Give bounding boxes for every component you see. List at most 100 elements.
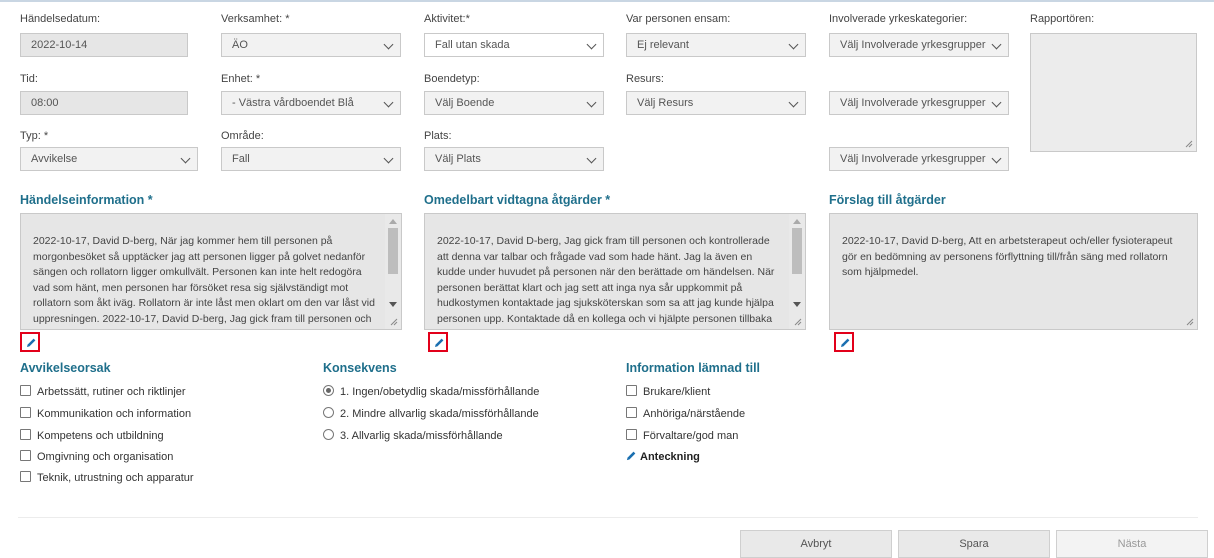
chevron-down-icon xyxy=(991,39,1002,50)
konsekvens-title: Konsekvens xyxy=(323,361,397,375)
typ-value: Avvikelse xyxy=(31,153,78,165)
enhet-value: - Västra vårdboendet Blå xyxy=(232,97,354,109)
radio-icon[interactable] xyxy=(323,385,334,396)
forslag-textarea[interactable]: 2022-10-17, David D-berg, Att en arbetst… xyxy=(829,213,1198,330)
rapportoren-label: Rapportören: xyxy=(1030,13,1095,25)
atgarder-title: Omedelbart vidtagna åtgärder * xyxy=(424,193,611,207)
plats-value: Välj Plats xyxy=(435,153,481,165)
checkbox-icon[interactable] xyxy=(20,385,31,396)
option-label: Teknik, utrustning och apparatur xyxy=(37,472,194,484)
boendetyp-value: Välj Boende xyxy=(435,97,495,109)
edit-handelseinformation-button[interactable] xyxy=(20,332,40,352)
scroll-up-icon[interactable] xyxy=(389,219,397,224)
scrollbar[interactable] xyxy=(789,214,805,329)
edit-atgarder-button[interactable] xyxy=(428,332,448,352)
plats-select[interactable]: Välj Plats xyxy=(424,147,604,171)
pencil-icon xyxy=(435,338,444,347)
cancel-button[interactable]: Avbryt xyxy=(740,530,892,558)
anteckning-link[interactable]: Anteckning xyxy=(626,450,700,463)
typ-label: Typ: * xyxy=(20,130,49,142)
checkbox-icon[interactable] xyxy=(20,450,31,461)
avvikelseorsak-option[interactable]: Kommunikation och information xyxy=(20,407,191,420)
avvikelseorsak-option[interactable]: Kompetens och utbildning xyxy=(20,429,164,442)
radio-icon[interactable] xyxy=(323,429,334,440)
information-option[interactable]: Anhöriga/närstående xyxy=(626,407,745,420)
scrollbar[interactable] xyxy=(385,214,401,329)
yrkeskategorier-value: Välj Involverade yrkesgrupper xyxy=(840,153,986,165)
resurs-select[interactable]: Välj Resurs xyxy=(626,91,806,115)
avvikelseorsak-option[interactable]: Teknik, utrustning och apparatur xyxy=(20,471,194,484)
rapportoren-textarea[interactable] xyxy=(1030,33,1197,152)
yrkeskategorier-select-2[interactable]: Välj Involverade yrkesgrupper xyxy=(829,91,1009,115)
yrkeskategorier-select-3[interactable]: Välj Involverade yrkesgrupper xyxy=(829,147,1009,171)
enhet-label: Enhet: * xyxy=(221,73,261,85)
resurs-value: Välj Resurs xyxy=(637,97,694,109)
chevron-down-icon xyxy=(991,97,1002,108)
scroll-down-icon[interactable] xyxy=(793,302,801,307)
verksamhet-select[interactable]: ÄO xyxy=(221,33,401,57)
scroll-thumb[interactable] xyxy=(388,228,398,274)
checkbox-icon[interactable] xyxy=(20,471,31,482)
checkbox-icon[interactable] xyxy=(626,429,637,440)
resize-grip-icon[interactable] xyxy=(390,318,398,326)
chevron-down-icon xyxy=(586,153,597,164)
plats-label: Plats: xyxy=(424,130,452,142)
option-label: Arbetssätt, rutiner och riktlinjer xyxy=(37,386,186,398)
omrade-select[interactable]: Fall xyxy=(221,147,401,171)
avvikelseorsak-option[interactable]: Arbetssätt, rutiner och riktlinjer xyxy=(20,385,186,398)
yrkeskategorier-value: Välj Involverade yrkesgrupper xyxy=(840,97,986,109)
konsekvens-option[interactable]: 2. Mindre allvarlig skada/missförhålland… xyxy=(323,407,539,420)
checkbox-icon[interactable] xyxy=(20,407,31,418)
resize-grip-icon[interactable] xyxy=(1186,318,1194,326)
avvikelseorsak-option[interactable]: Omgivning och organisation xyxy=(20,450,173,463)
konsekvens-option[interactable]: 3. Allvarlig skada/missförhållande xyxy=(323,429,503,442)
forslag-text: 2022-10-17, David D-berg, Att en arbetst… xyxy=(842,235,1173,278)
chevron-down-icon xyxy=(788,39,799,50)
option-label: Kommunikation och information xyxy=(37,408,192,420)
checkbox-icon[interactable] xyxy=(20,429,31,440)
pencil-icon xyxy=(626,451,636,461)
typ-select[interactable]: Avvikelse xyxy=(20,147,198,171)
handelseinformation-textarea[interactable]: 2022-10-17, David D-berg, När jag kommer… xyxy=(20,213,402,330)
aktivitet-select[interactable]: Fall utan skada xyxy=(424,33,604,57)
handelsedatum-field[interactable]: 2022-10-14 xyxy=(20,33,188,57)
radio-icon[interactable] xyxy=(323,407,334,418)
forslag-title: Förslag till åtgärder xyxy=(829,193,946,207)
boendetyp-select[interactable]: Välj Boende xyxy=(424,91,604,115)
tid-value: 08:00 xyxy=(31,97,59,109)
chevron-down-icon xyxy=(991,153,1002,164)
chevron-down-icon xyxy=(586,39,597,50)
information-option[interactable]: Förvaltare/god man xyxy=(626,429,738,442)
ensam-select[interactable]: Ej relevant xyxy=(626,33,806,57)
resize-grip-icon[interactable] xyxy=(794,318,802,326)
scroll-up-icon[interactable] xyxy=(793,219,801,224)
aktivitet-value: Fall utan skada xyxy=(435,39,510,51)
scroll-thumb[interactable] xyxy=(792,228,802,274)
tid-field[interactable]: 08:00 xyxy=(20,91,188,115)
handelsedatum-label: Händelsedatum: xyxy=(20,13,101,25)
avvikelseorsak-title: Avvikelseorsak xyxy=(20,361,111,375)
resurs-label: Resurs: xyxy=(626,73,664,85)
yrkeskategorier-select-1[interactable]: Välj Involverade yrkesgrupper xyxy=(829,33,1009,57)
enhet-select[interactable]: - Västra vårdboendet Blå xyxy=(221,91,401,115)
option-label: 1. Ingen/obetydlig skada/missförhållande xyxy=(340,386,540,398)
resize-grip-icon[interactable] xyxy=(1185,140,1193,148)
next-button[interactable]: Nästa xyxy=(1056,530,1208,558)
anteckning-label: Anteckning xyxy=(640,451,700,463)
checkbox-icon[interactable] xyxy=(626,385,637,396)
edit-forslag-button[interactable] xyxy=(834,332,854,352)
chevron-down-icon xyxy=(788,97,799,108)
option-label: Anhöriga/närstående xyxy=(643,408,746,420)
yrkeskategorier-value: Välj Involverade yrkesgrupper xyxy=(840,39,986,51)
atgarder-textarea[interactable]: 2022-10-17, David D-berg, Jag gick fram … xyxy=(424,213,806,330)
konsekvens-option[interactable]: 1. Ingen/obetydlig skada/missförhållande xyxy=(323,385,539,398)
chevron-down-icon xyxy=(586,97,597,108)
yrkeskategorier-label: Involverade yrkeskategorier: xyxy=(829,13,968,25)
checkbox-icon[interactable] xyxy=(626,407,637,418)
handelsedatum-value: 2022-10-14 xyxy=(31,39,88,51)
information-option[interactable]: Brukare/klient xyxy=(626,385,710,398)
handelseinformation-text: 2022-10-17, David D-berg, När jag kommer… xyxy=(33,235,375,329)
option-label: Kompetens och utbildning xyxy=(37,430,164,442)
save-button[interactable]: Spara xyxy=(898,530,1050,558)
scroll-down-icon[interactable] xyxy=(389,302,397,307)
